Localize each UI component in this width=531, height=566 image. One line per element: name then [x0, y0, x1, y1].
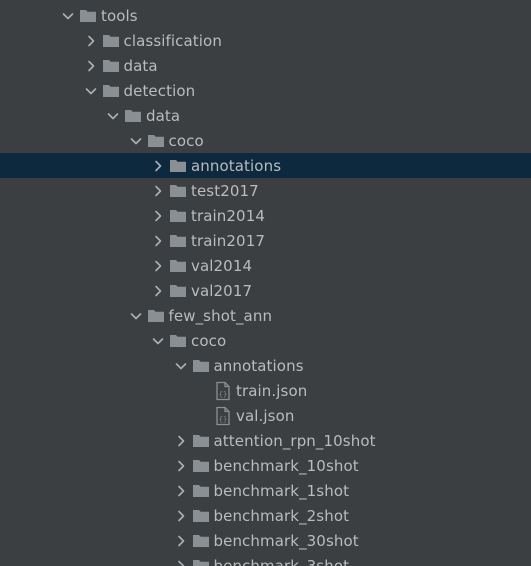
tree-folder-row[interactable]: data	[0, 53, 531, 78]
folder-icon	[169, 328, 191, 353]
tree-folder-row[interactable]: coco	[0, 328, 531, 353]
tree-folder-row[interactable]: val2017	[0, 278, 531, 303]
tree-item-label: test2017	[191, 181, 259, 200]
chevron-right-icon[interactable]	[80, 28, 102, 53]
tree-folder-row[interactable]: train2014	[0, 203, 531, 228]
svg-text:{}: {}	[219, 390, 227, 398]
tree-folder-row[interactable]: benchmark_30shot	[0, 528, 531, 553]
tree-item-label: coco	[191, 331, 227, 350]
tree-item-label: attention_rpn_10shot	[213, 431, 376, 450]
tree-item-label: coco	[168, 131, 204, 150]
tree-item-label: detection	[123, 81, 196, 100]
folder-icon	[169, 203, 191, 228]
tree-folder-row[interactable]: benchmark_3shot	[0, 553, 531, 566]
folder-icon	[169, 278, 191, 303]
chevron-right-icon[interactable]	[170, 478, 192, 503]
tree-file-row[interactable]: {} train.json	[0, 378, 531, 403]
folder-icon	[192, 428, 214, 453]
tree-item-label: annotations	[213, 356, 304, 375]
tree-folder-row[interactable]: annotations	[0, 353, 531, 378]
tree-item-label: val2014	[191, 256, 253, 275]
folder-icon	[79, 3, 101, 28]
chevron-right-icon[interactable]	[170, 453, 192, 478]
tree-item-label: benchmark_1shot	[213, 481, 350, 500]
tree-item-label: data	[123, 56, 158, 75]
tree-item-label: train2017	[191, 231, 265, 250]
folder-icon	[169, 178, 191, 203]
folder-icon	[102, 78, 124, 103]
chevron-right-icon[interactable]	[170, 553, 192, 566]
tree-item-label: data	[146, 106, 181, 125]
chevron-right-icon[interactable]	[170, 503, 192, 528]
folder-icon	[169, 253, 191, 278]
tree-item-label: train.json	[236, 381, 308, 400]
tree-folder-row[interactable]: annotations	[0, 153, 531, 178]
tree-folder-row[interactable]: coco	[0, 128, 531, 153]
tree-item-label: tools	[101, 6, 138, 25]
tree-folder-row[interactable]: data	[0, 103, 531, 128]
folder-icon	[102, 28, 124, 53]
tree-item-label: benchmark_2shot	[213, 506, 350, 525]
tree-item-label: val.json	[236, 406, 295, 425]
chevron-right-icon[interactable]	[170, 428, 192, 453]
chevron-right-icon[interactable]	[147, 178, 169, 203]
chevron-down-icon[interactable]	[80, 78, 102, 103]
tree-folder-row[interactable]: test2017	[0, 178, 531, 203]
tree-item-label: benchmark_30shot	[213, 531, 359, 550]
chevron-right-icon[interactable]	[147, 278, 169, 303]
tree-folder-row[interactable]: val2014	[0, 253, 531, 278]
chevron-right-icon[interactable]	[80, 53, 102, 78]
chevron-down-icon[interactable]	[125, 303, 147, 328]
folder-icon	[169, 153, 191, 178]
chevron-right-icon[interactable]	[147, 203, 169, 228]
tree-item-label: few_shot_ann	[168, 306, 273, 325]
folder-icon	[192, 353, 214, 378]
chevron-down-icon[interactable]	[170, 353, 192, 378]
tree-folder-row[interactable]: classification	[0, 28, 531, 53]
tree-folder-row[interactable]: train2017	[0, 228, 531, 253]
svg-text:{}: {}	[219, 415, 227, 423]
tree-item-label: classification	[123, 31, 222, 50]
tree-item-label: benchmark_10shot	[213, 456, 359, 475]
chevron-down-icon[interactable]	[57, 3, 79, 28]
tree-folder-row[interactable]: tools	[0, 3, 531, 28]
folder-icon	[192, 553, 214, 566]
chevron-down-icon[interactable]	[102, 103, 124, 128]
chevron-right-icon[interactable]	[170, 528, 192, 553]
tree-file-row[interactable]: {} val.json	[0, 403, 531, 428]
tree-folder-row[interactable]: benchmark_1shot	[0, 478, 531, 503]
folder-icon	[102, 53, 124, 78]
tree-item-label: benchmark_3shot	[213, 556, 350, 566]
chevron-down-icon[interactable]	[147, 328, 169, 353]
folder-icon	[192, 528, 214, 553]
folder-icon	[192, 453, 214, 478]
tree-item-label: train2014	[191, 206, 265, 225]
folder-icon	[147, 303, 169, 328]
tree-folder-row[interactable]: detection	[0, 78, 531, 103]
tree-folder-row[interactable]: attention_rpn_10shot	[0, 428, 531, 453]
tree-item-label: annotations	[191, 156, 282, 175]
json-file-icon: {}	[214, 378, 236, 403]
tree-item-label: val2017	[191, 281, 253, 300]
folder-icon	[124, 103, 146, 128]
folder-icon	[169, 228, 191, 253]
folder-icon	[192, 478, 214, 503]
tree-folder-row[interactable]: benchmark_10shot	[0, 453, 531, 478]
json-file-icon: {}	[214, 403, 236, 428]
chevron-down-icon[interactable]	[125, 128, 147, 153]
project-tree: tools classification data detection data coco…	[0, 0, 531, 566]
tree-folder-row[interactable]: few_shot_ann	[0, 303, 531, 328]
chevron-right-icon[interactable]	[147, 253, 169, 278]
chevron-right-icon[interactable]	[147, 228, 169, 253]
chevron-right-icon[interactable]	[147, 153, 169, 178]
folder-icon	[192, 503, 214, 528]
tree-folder-row[interactable]: benchmark_2shot	[0, 503, 531, 528]
folder-icon	[147, 128, 169, 153]
